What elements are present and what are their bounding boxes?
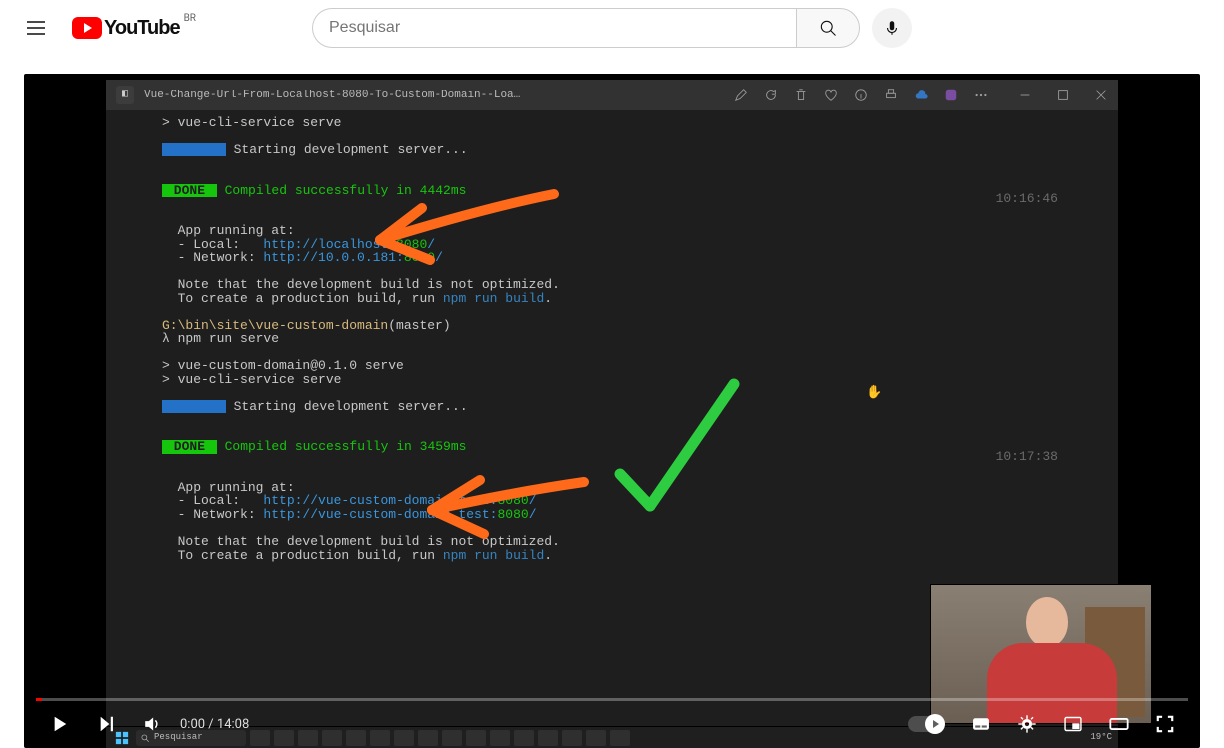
search-input[interactable] xyxy=(312,8,796,48)
trash-icon xyxy=(794,88,808,102)
minimize-icon xyxy=(1018,88,1032,102)
app2-icon xyxy=(944,88,958,102)
next-button[interactable] xyxy=(82,700,128,748)
theater-icon xyxy=(1106,711,1132,737)
time-display: 0:00 / 14:08 xyxy=(180,717,249,732)
theater-button[interactable] xyxy=(1096,700,1142,748)
cloud-icon xyxy=(914,88,928,102)
youtube-logo-text: YouTube xyxy=(104,17,180,40)
search-icon xyxy=(818,18,838,38)
youtube-play-icon xyxy=(72,17,102,39)
terminal-output: > vue-cli-service serve . Starting devel… xyxy=(106,110,1118,568)
country-code: BR xyxy=(184,13,196,24)
search-button[interactable] xyxy=(796,8,860,48)
play-button[interactable] xyxy=(36,700,82,748)
timestamp-1: 10:16:46 xyxy=(996,192,1058,205)
heart-icon xyxy=(824,88,838,102)
timestamp-2: 10:17:38 xyxy=(996,450,1058,463)
youtube-header: YouTube BR xyxy=(0,0,1224,56)
mouse-cursor-icon: ✋ xyxy=(866,386,882,399)
app-icon: ◧ xyxy=(116,86,134,104)
info-icon xyxy=(854,88,868,102)
fullscreen-button[interactable] xyxy=(1142,700,1188,748)
gear-icon xyxy=(1014,711,1040,737)
miniplayer-button[interactable] xyxy=(1050,700,1096,748)
volume-icon xyxy=(138,711,164,737)
hamburger-icon xyxy=(24,16,48,40)
print-icon xyxy=(884,88,898,102)
more-icon xyxy=(974,88,988,102)
refresh-icon xyxy=(764,88,778,102)
autoplay-toggle[interactable] xyxy=(908,716,944,732)
video-player[interactable]: ◧ Vue-Change-Url-From-Localhost-8080-To-… xyxy=(24,74,1200,748)
hamburger-menu-button[interactable] xyxy=(16,8,56,48)
window-title: Vue-Change-Url-From-Localhost-8080-To-Cu… xyxy=(144,90,524,101)
maximize-icon xyxy=(1056,88,1070,102)
miniplayer-icon xyxy=(1060,711,1086,737)
window-titlebar: ◧ Vue-Change-Url-From-Localhost-8080-To-… xyxy=(106,80,1118,110)
edit-icon xyxy=(734,88,748,102)
settings-button[interactable] xyxy=(1004,700,1050,748)
close-icon xyxy=(1094,88,1108,102)
voice-search-button[interactable] xyxy=(872,8,912,48)
microphone-icon xyxy=(883,19,901,37)
youtube-logo[interactable]: YouTube BR xyxy=(72,17,196,40)
player-controls: 0:00 / 14:08 xyxy=(24,700,1200,748)
volume-button[interactable] xyxy=(128,700,174,748)
play-icon xyxy=(46,711,72,737)
captions-icon xyxy=(968,711,994,737)
captions-button[interactable] xyxy=(958,700,1004,748)
fullscreen-icon xyxy=(1152,711,1178,737)
next-icon xyxy=(92,711,118,737)
